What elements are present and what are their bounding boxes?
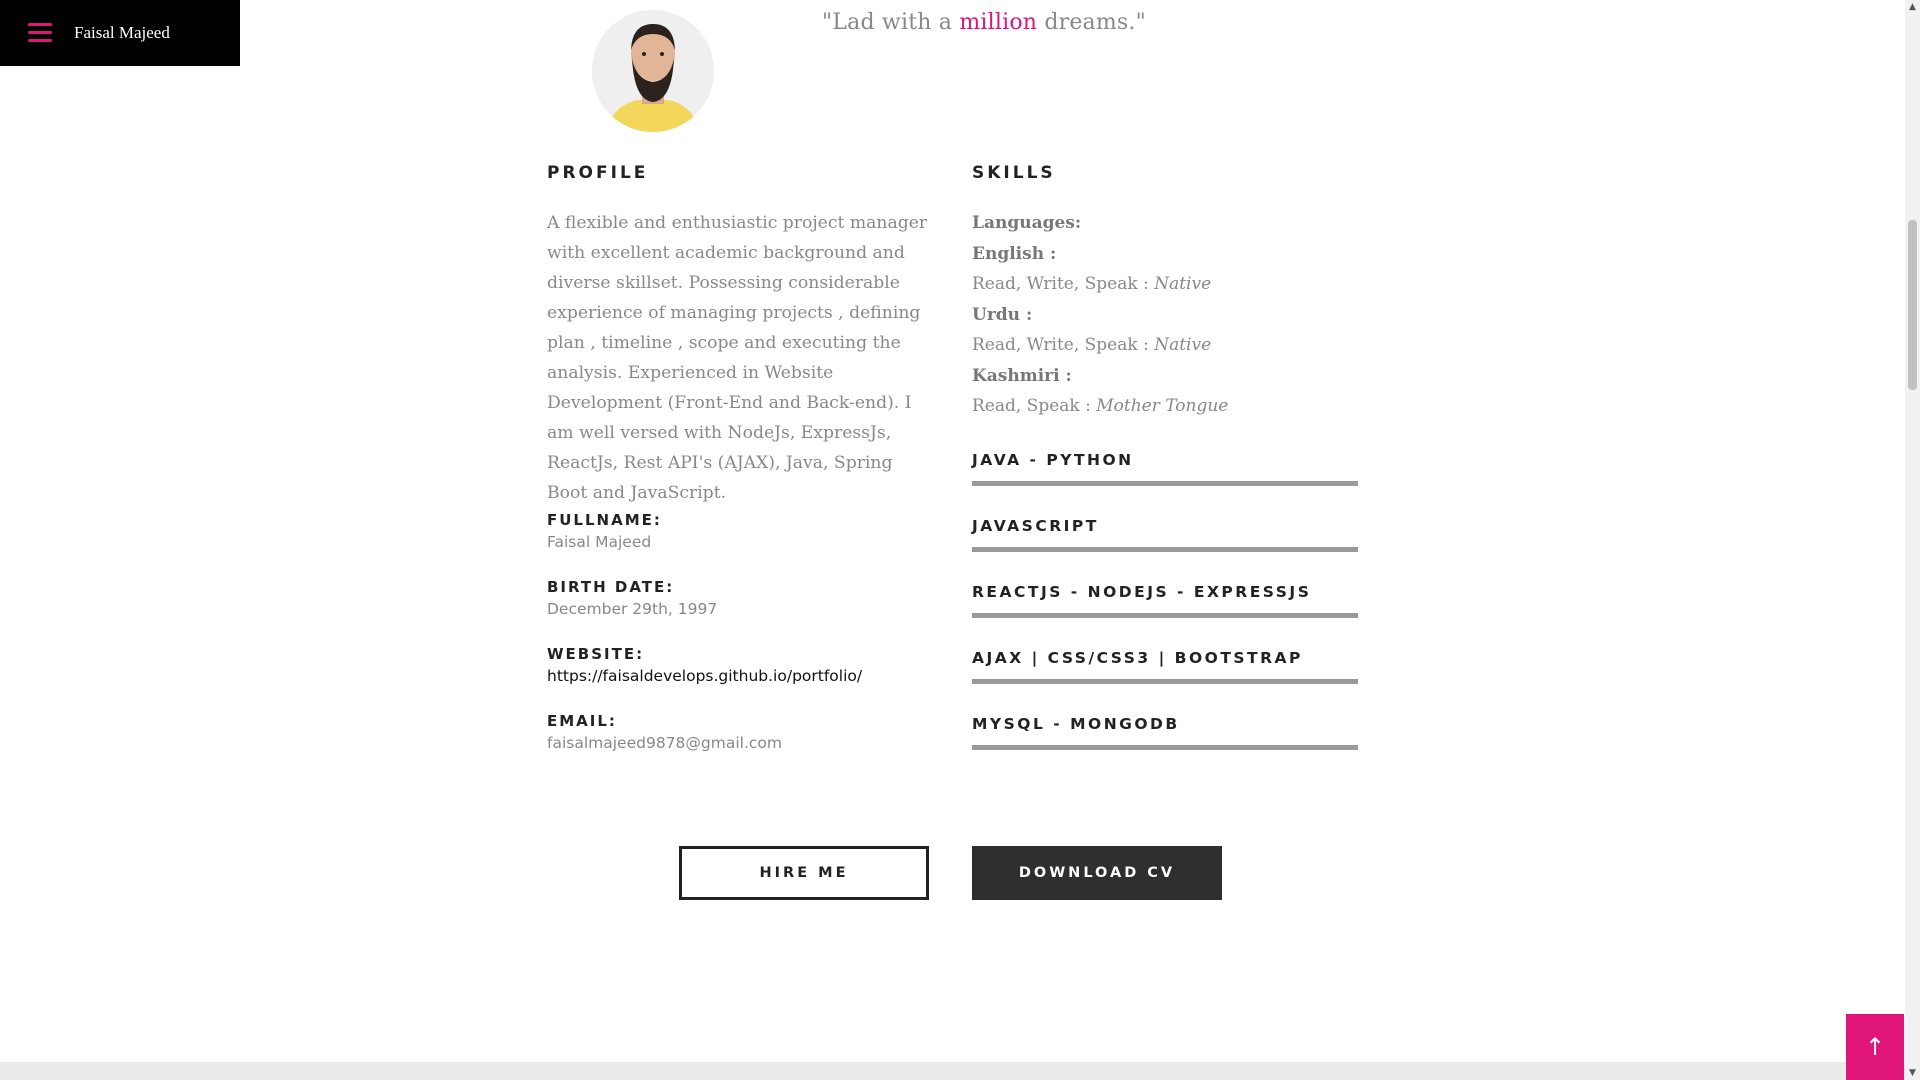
skill-label: MYSQL - MONGODB bbox=[972, 715, 1180, 733]
birthdate-value: December 29th, 1997 bbox=[547, 600, 718, 618]
skill-react-node-express: REACTJS - NODEJS - EXPRESSJS bbox=[972, 583, 1358, 618]
language-name: Urdu : bbox=[972, 304, 1033, 325]
skill-label: REACTJS - NODEJS - EXPRESSJS bbox=[972, 583, 1312, 601]
language-ability: Read, Speak : Mother Tongue bbox=[972, 396, 1229, 416]
website-link[interactable]: https://faisaldevelops.github.io/portfol… bbox=[547, 667, 862, 685]
skill-ajax-css-bootstrap: AJAX | CSS/CSS3 | BOOTSTRAP bbox=[972, 649, 1358, 684]
scroll-thumb[interactable] bbox=[1908, 220, 1917, 390]
nav-box: Faisal Majeed bbox=[0, 0, 240, 66]
website-label: WEBSITE: bbox=[547, 645, 645, 663]
email-value: faisalmajeed9878@gmail.com bbox=[547, 734, 782, 752]
language-level: Native bbox=[1154, 335, 1212, 355]
page-scrollbar[interactable]: ▲ ▼ bbox=[1905, 0, 1920, 1080]
birthdate-label: BIRTH DATE: bbox=[547, 578, 675, 596]
menu-icon[interactable] bbox=[28, 23, 52, 43]
tagline-prefix: "Lad with a bbox=[822, 10, 960, 35]
brand-name[interactable]: Faisal Majeed bbox=[74, 23, 170, 43]
skill-label: JAVA - PYTHON bbox=[972, 451, 1134, 469]
email-label: EMAIL: bbox=[547, 712, 617, 730]
skill-bar bbox=[972, 745, 1358, 750]
fullname-label: FULLNAME: bbox=[547, 511, 662, 529]
languages-label: Languages: bbox=[972, 213, 1082, 233]
profile-heading: PROFILE bbox=[547, 163, 649, 183]
skill-bar bbox=[972, 613, 1358, 618]
skill-javascript: JAVASCRIPT bbox=[972, 517, 1358, 552]
language-level: Native bbox=[1154, 274, 1212, 294]
skill-mysql-mongodb: MYSQL - MONGODB bbox=[972, 715, 1358, 750]
skill-bar bbox=[972, 679, 1358, 684]
skill-bar bbox=[972, 481, 1358, 486]
tagline-suffix: dreams." bbox=[1037, 10, 1146, 35]
language-level: Mother Tongue bbox=[1096, 396, 1229, 416]
fullname-value: Faisal Majeed bbox=[547, 533, 652, 551]
languages-list: Languages: English : Read, Write, Speak … bbox=[972, 208, 1228, 422]
scroll-down-arrow-icon[interactable]: ▼ bbox=[1905, 1066, 1920, 1080]
skill-java-python: JAVA - PYTHON bbox=[972, 451, 1358, 486]
language-ability: Read, Write, Speak : Native bbox=[972, 335, 1212, 355]
arrow-up-icon: ↑ bbox=[1864, 1033, 1886, 1061]
skill-bar bbox=[972, 547, 1358, 552]
avatar bbox=[592, 10, 714, 132]
skill-label: AJAX | CSS/CSS3 | BOOTSTRAP bbox=[972, 649, 1303, 667]
skill-label: JAVASCRIPT bbox=[972, 517, 1099, 535]
download-cv-button[interactable]: DOWNLOAD CV bbox=[972, 846, 1222, 900]
profile-text: A flexible and enthusiastic project mana… bbox=[547, 213, 928, 503]
scroll-up-arrow-icon[interactable]: ▲ bbox=[1905, 0, 1920, 14]
skills-heading: SKILLS bbox=[972, 163, 1056, 183]
hire-me-button[interactable]: HIRE ME bbox=[679, 846, 929, 900]
tagline-highlight: million bbox=[959, 10, 1038, 35]
language-name: Kashmiri : bbox=[972, 365, 1072, 386]
footer-strip bbox=[0, 1062, 1905, 1080]
language-name: English : bbox=[972, 243, 1057, 264]
back-to-top-button[interactable]: ↑ bbox=[1846, 1014, 1904, 1080]
tagline: "Lad with a million dreams." bbox=[822, 10, 1146, 35]
language-ability: Read, Write, Speak : Native bbox=[972, 274, 1212, 294]
